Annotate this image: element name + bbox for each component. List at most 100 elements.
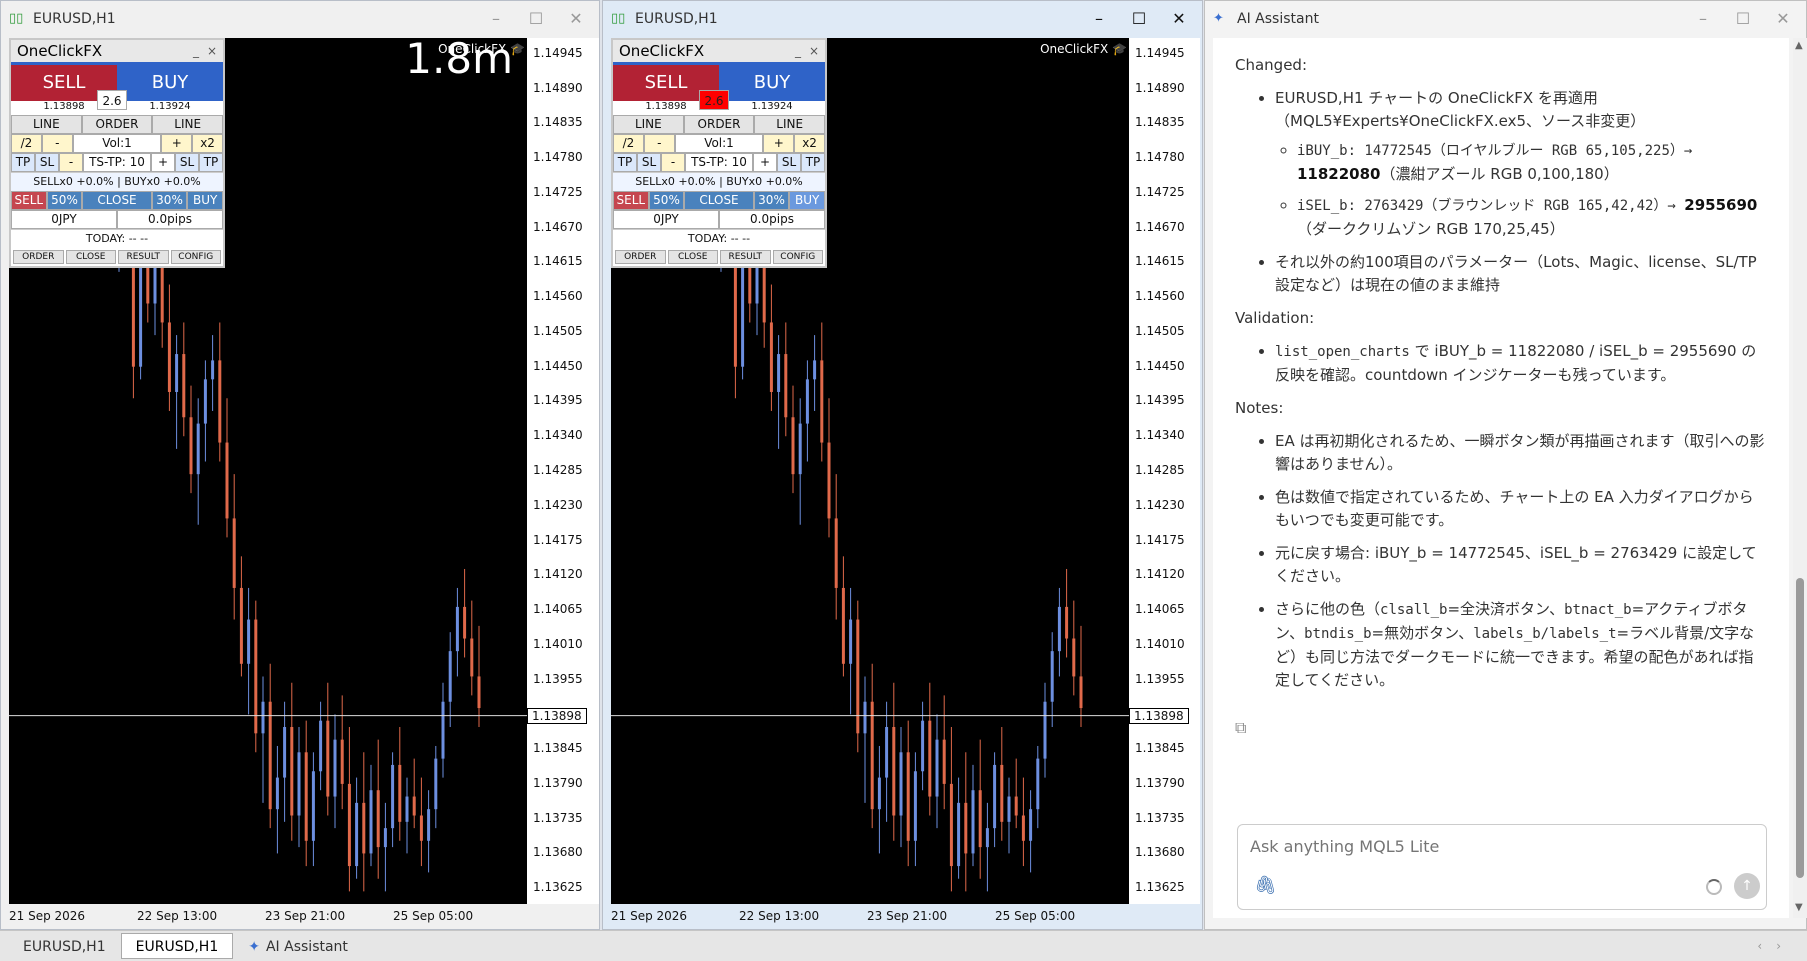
scrollbar[interactable]: ▲ ▼ <box>1793 38 1807 918</box>
panel-button[interactable]: - <box>41 134 73 153</box>
candle-body <box>196 423 200 475</box>
panel-button[interactable]: + <box>763 134 795 153</box>
panel-button[interactable]: CONFIG <box>772 250 823 264</box>
copy-icon[interactable]: ⧉ <box>1235 718 1251 737</box>
window-titlebar[interactable]: ✦ AI Assistant – ☐ ✕ <box>1205 1 1806 37</box>
panel-button[interactable]: + <box>161 134 193 153</box>
panel-button[interactable]: CLOSE <box>65 250 116 264</box>
list-item: iBUY_b: 14772545（ロイヤルブルー RGB 65,105,225）… <box>1297 139 1767 186</box>
panel-close-icon[interactable]: × <box>207 44 217 58</box>
panel-button[interactable]: RESULT <box>118 250 169 264</box>
panel-header[interactable]: OneClickFX _ × <box>11 40 223 62</box>
candle-body <box>434 758 438 810</box>
panel-button[interactable]: CONFIG <box>170 250 221 264</box>
panel-minimize-icon[interactable]: _ <box>193 44 199 58</box>
panel-close-icon[interactable]: × <box>809 44 819 58</box>
today-summary: TODAY: -- -- <box>11 229 223 248</box>
panel-button[interactable]: CLOSE <box>82 191 152 210</box>
panel-button[interactable]: SL <box>35 153 59 172</box>
panel-button[interactable]: LINE <box>11 115 82 134</box>
panel-button[interactable]: 0.0pips <box>719 210 825 229</box>
send-button[interactable]: ↑ <box>1734 873 1760 899</box>
price-tick-label: 1.14505 <box>533 323 583 338</box>
maximize-button[interactable]: ☐ <box>1124 7 1154 31</box>
panel-button[interactable]: ORDER <box>13 250 64 264</box>
minimize-button[interactable]: – <box>1688 7 1718 31</box>
close-window-button[interactable]: ✕ <box>1768 7 1798 31</box>
panel-button[interactable]: RESULT <box>720 250 771 264</box>
panel-button[interactable]: CLOSE <box>684 191 754 210</box>
panel-button[interactable]: + <box>151 153 175 172</box>
panel-button[interactable]: + <box>753 153 777 172</box>
panel-button[interactable]: TP <box>199 153 223 172</box>
panel-button[interactable]: x2 <box>794 134 826 153</box>
scroll-up-icon[interactable]: ▲ <box>1795 40 1803 51</box>
window-titlebar[interactable]: ▯▯ EURUSD,H1 – ☐ ✕ <box>1 1 599 37</box>
scroll-down-icon[interactable]: ▼ <box>1795 902 1803 913</box>
panel-button[interactable]: 0JPY <box>11 210 117 229</box>
panel-header[interactable]: OneClickFX _ × <box>613 40 825 62</box>
panel-button[interactable]: - <box>59 153 83 172</box>
panel-button[interactable]: 0.0pips <box>117 210 223 229</box>
minimize-button[interactable]: – <box>1084 7 1114 31</box>
panel-button[interactable]: /2 <box>11 134 42 153</box>
maximize-button[interactable]: ☐ <box>1728 7 1758 31</box>
panel-button[interactable]: Vol:1 <box>674 134 764 153</box>
panel-button[interactable]: SL <box>175 153 199 172</box>
panel-button[interactable]: ORDER <box>615 250 666 264</box>
tab-scroll-arrows[interactable]: ‹› <box>1757 939 1795 953</box>
panel-button[interactable]: TP <box>613 153 637 172</box>
panel-button[interactable]: TS-TP: 10 <box>685 153 753 172</box>
panel-button[interactable]: TP <box>11 153 35 172</box>
panel-button[interactable]: Vol:1 <box>72 134 162 153</box>
panel-button[interactable]: 50% <box>648 191 685 210</box>
close-window-button[interactable]: ✕ <box>1164 7 1194 31</box>
paperclip-icon[interactable]: 🖇 <box>1254 875 1277 896</box>
panel-button[interactable]: 50% <box>46 191 83 210</box>
panel-button[interactable]: 30% <box>753 191 790 210</box>
chat-transcript: Changed: EURUSD,H1 チャートの OneClickFX を再適用… <box>1213 38 1789 918</box>
panel-button[interactable]: BUY <box>187 191 224 210</box>
minimize-button[interactable]: – <box>481 7 511 31</box>
panel-button[interactable]: 0JPY <box>613 210 719 229</box>
tab-eurusd-1[interactable]: EURUSD,H1 <box>8 933 121 959</box>
maximize-button[interactable]: ☐ <box>521 7 551 31</box>
panel-button[interactable]: LINE <box>754 115 826 134</box>
close-window-button[interactable]: ✕ <box>561 7 591 31</box>
panel-button[interactable]: - <box>661 153 685 172</box>
panel-button[interactable]: BUY <box>789 191 826 210</box>
panel-button[interactable]: LINE <box>613 115 684 134</box>
tab-eurusd-2[interactable]: EURUSD,H1 <box>120 933 234 959</box>
panel-button[interactable]: ORDER <box>81 115 153 134</box>
price-axis[interactable]: 1.14945 1.14890 1.14835 1.14780 1.14725 1.146… <box>527 38 599 904</box>
price-axis[interactable]: 1.14945 1.14890 1.14835 1.14780 1.14725 1.146… <box>1129 38 1200 904</box>
time-axis[interactable]: 21 Sep 2026 22 Sep 13:00 23 Sep 21:00 25 Se… <box>611 904 1199 928</box>
panel-minimize-icon[interactable]: _ <box>795 44 801 58</box>
panel-button[interactable]: SELL <box>11 191 47 210</box>
panel-button[interactable]: /2 <box>613 134 644 153</box>
time-axis[interactable]: 21 Sep 2026 22 Sep 13:00 23 Sep 21:00 25 Se… <box>9 904 597 928</box>
candle-body <box>319 720 323 772</box>
window-titlebar[interactable]: ▯▯ EURUSD,H1 – ☐ ✕ <box>603 1 1202 37</box>
panel-button[interactable]: SELL <box>613 191 649 210</box>
countdown-label: 1.8m <box>405 38 513 83</box>
panel-button[interactable]: LINE <box>152 115 224 134</box>
panel-button[interactable]: SL <box>637 153 661 172</box>
scroll-thumb[interactable] <box>1796 578 1804 878</box>
panel-button[interactable]: ORDER <box>683 115 755 134</box>
chat-input[interactable] <box>1250 837 1730 856</box>
oneclickfx-panel: OneClickFX _ × SELL BUY 2.6 1.13898 1.139… <box>9 38 225 268</box>
buy-button[interactable]: BUY <box>719 65 825 101</box>
positions-summary: SELLx0 +0.0% | BUYx0 +0.0% <box>613 172 825 191</box>
panel-button[interactable]: x2 <box>192 134 224 153</box>
panel-button[interactable]: - <box>643 134 675 153</box>
panel-button[interactable]: 30% <box>151 191 188 210</box>
panel-button[interactable]: TS-TP: 10 <box>83 153 151 172</box>
candle-body <box>921 720 925 772</box>
buy-button[interactable]: BUY <box>117 65 223 101</box>
panel-button[interactable]: CLOSE <box>667 250 718 264</box>
panel-button[interactable]: TP <box>801 153 825 172</box>
panel-button[interactable]: SL <box>777 153 801 172</box>
oneclickfx-panel: OneClickFX _ × SELL BUY 2.6 1.13898 1.139… <box>611 38 827 268</box>
tab-ai-assistant[interactable]: ✦ AI Assistant <box>233 933 363 959</box>
